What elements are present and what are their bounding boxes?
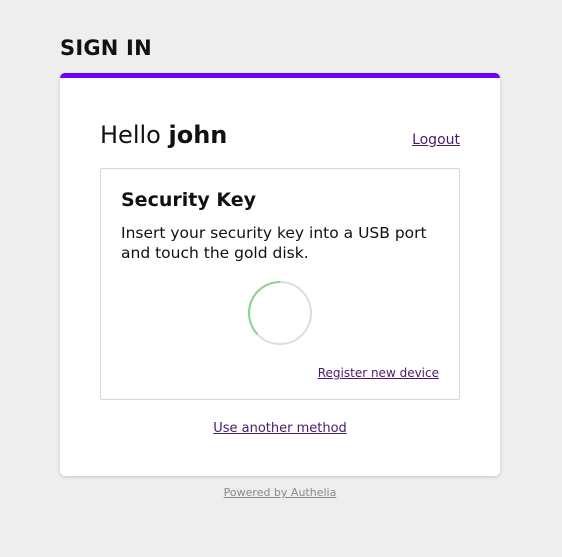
powered-by-link[interactable]: Powered by Authelia	[224, 486, 337, 499]
register-new-device-link[interactable]: Register new device	[318, 366, 439, 380]
greeting-username: john	[168, 121, 228, 149]
use-another-method-link[interactable]: Use another method	[213, 421, 347, 436]
another-method-row: Use another method	[60, 421, 500, 436]
footer: Powered by Authelia	[60, 486, 500, 499]
card-accent-bar	[60, 73, 500, 78]
page-title: SIGN IN	[60, 36, 152, 60]
method-description: Insert your security key into a USB port…	[121, 224, 427, 262]
loading-spinner-icon	[248, 281, 312, 345]
method-title: Security Key	[121, 189, 256, 211]
security-key-method-panel: Security Key Insert your security key in…	[100, 168, 460, 400]
greeting-prefix: Hello	[100, 121, 161, 149]
logout-link[interactable]: Logout	[412, 132, 460, 148]
greeting: Hello john	[100, 121, 227, 149]
sign-in-card: Hello john Logout Security Key Insert yo…	[60, 73, 500, 476]
